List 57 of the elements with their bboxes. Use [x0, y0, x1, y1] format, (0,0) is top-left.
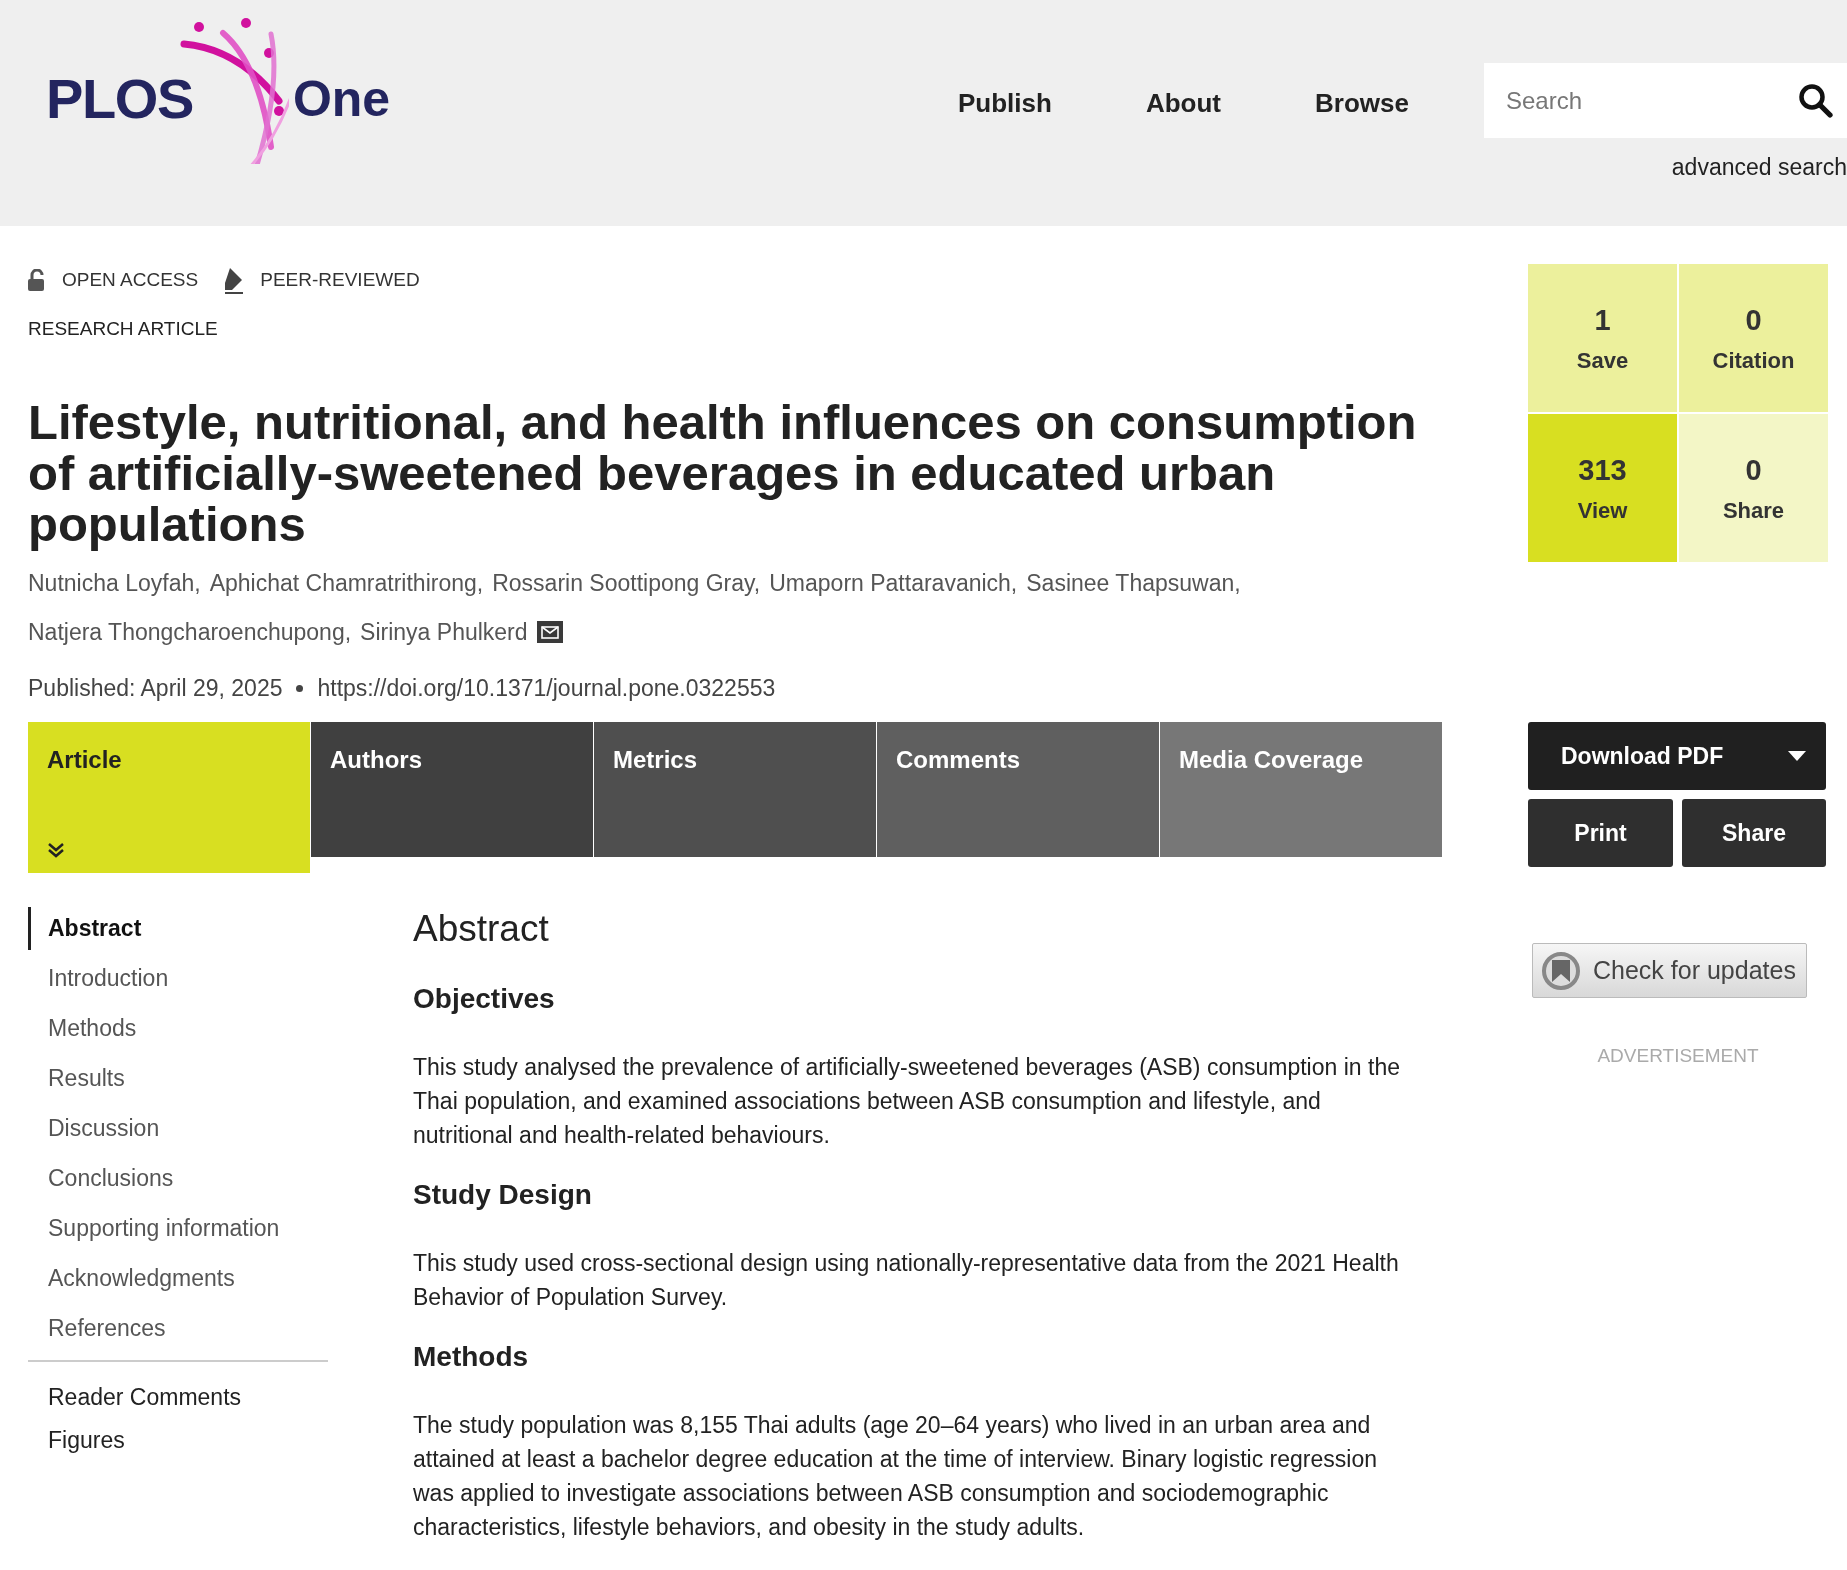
- outline-link[interactable]: Discussion: [28, 1106, 328, 1150]
- outline-link[interactable]: Conclusions: [28, 1156, 328, 1200]
- search-icon[interactable]: [1797, 82, 1833, 118]
- subsection-heading: Objectives: [413, 982, 556, 1016]
- logo-product-name[interactable]: One: [292, 61, 391, 137]
- author-name[interactable]: Aphichat Chamratrithirong,: [209, 566, 484, 601]
- advertisement-label: ADVERTISEMENT: [1596, 1044, 1760, 1068]
- outline-link[interactable]: Introduction: [28, 956, 328, 1000]
- metric-tile[interactable]: 313 View: [1528, 414, 1677, 562]
- outline-link[interactable]: Supporting information: [28, 1206, 328, 1250]
- abstract-paragraph: This study analysed the prevalence of artificially-sweetened beverages (ASB) consumption in the Thai population, and examined associations between ASB consumption and lifestyle, and nutritional and health-related behaviours.: [413, 1053, 1401, 1150]
- bookmark-circle-icon: [1541, 950, 1581, 991]
- outline-link[interactable]: Acknowledgments: [28, 1256, 328, 1300]
- author-name[interactable]: Umaporn Pattaravanich,: [769, 566, 1018, 601]
- article-tab[interactable]: Media Coverage: [1160, 721, 1443, 857]
- author-name[interactable]: Sasinee Thapsuwan,: [1026, 566, 1241, 601]
- article-title: Lifestyle, nutritional, and health influences on consumption of artificially-sweetened beverages in educated urban populations: [28, 397, 1418, 550]
- nav-link[interactable]: Publish: [958, 84, 1052, 123]
- search-field[interactable]: Search: [1484, 63, 1847, 138]
- outline-link[interactable]: Results: [28, 1056, 328, 1100]
- outline-link[interactable]: References: [28, 1306, 328, 1350]
- author-name[interactable]: Natjera Thongcharoenchupong,: [28, 614, 352, 649]
- logo-wordmark[interactable]: PLOS: [46, 57, 193, 141]
- share-button[interactable]: Share: [1682, 799, 1826, 867]
- article-tab[interactable]: Comments: [877, 721, 1160, 857]
- subsection-heading: Study Design: [413, 1178, 593, 1212]
- author-name[interactable]: Nutnicha Loyfah,: [28, 566, 201, 601]
- caret-down-icon: [1788, 751, 1806, 761]
- outline-link[interactable]: Methods: [28, 1006, 328, 1050]
- envelope-icon[interactable]: [536, 620, 563, 643]
- badge-label: OPEN ACCESS: [62, 268, 199, 292]
- advanced-search-link[interactable]: advanced search: [1671, 150, 1847, 185]
- outline-link[interactable]: Abstract: [28, 906, 328, 950]
- print-button[interactable]: Print: [1528, 799, 1673, 867]
- abstract-paragraph: The study population was 8,155 Thai adults (age 20–64 years) who lived in an urban area and attained at least a bachelor degree education at the time of interview. Binary logistic regression was applied to investigate associations between ASB consumption and sociodemographic characteristics, lifestyle behaviors, and obesity in the study adults.: [413, 1411, 1378, 1542]
- metric-tile[interactable]: 0 Citation: [1679, 264, 1828, 412]
- nav-link[interactable]: About: [1145, 84, 1221, 123]
- section-heading: Abstract: [413, 906, 550, 951]
- doi-link[interactable]: https://doi.org/10.1371/journal.pone.0322553: [317, 671, 776, 706]
- download-pdf-button[interactable]: Download PDF: [1528, 722, 1826, 790]
- check-for-updates-button[interactable]: Check for updates: [1532, 943, 1807, 998]
- publication-date: Published: April 29, 2025: [28, 674, 283, 703]
- author-name[interactable]: Sirinya Phulkerd: [360, 614, 528, 649]
- article-tab[interactable]: Metrics: [594, 721, 877, 857]
- outline-link[interactable]: Figures: [28, 1418, 328, 1462]
- outline-link[interactable]: Reader Comments: [28, 1375, 328, 1419]
- abstract-paragraph: This study used cross-sectional design using nationally-representative data from the 2021 Health Behavior of Population Survey.: [413, 1249, 1400, 1312]
- metric-tile[interactable]: 0 Share: [1679, 414, 1828, 562]
- article-tab[interactable]: Authors: [311, 721, 594, 857]
- article-type: RESEARCH ARTICLE: [28, 316, 219, 341]
- subsection-heading: Methods: [413, 1340, 530, 1374]
- article-tab[interactable]: Article: [28, 721, 311, 873]
- metric-tile[interactable]: 1 Save: [1528, 264, 1677, 412]
- badge-label: PEER-REVIEWED: [260, 268, 420, 292]
- author-name[interactable]: Rossarin Soottipong Gray,: [492, 566, 761, 601]
- double-chevron-down-icon: [47, 840, 65, 859]
- nav-link[interactable]: Browse: [1315, 84, 1409, 123]
